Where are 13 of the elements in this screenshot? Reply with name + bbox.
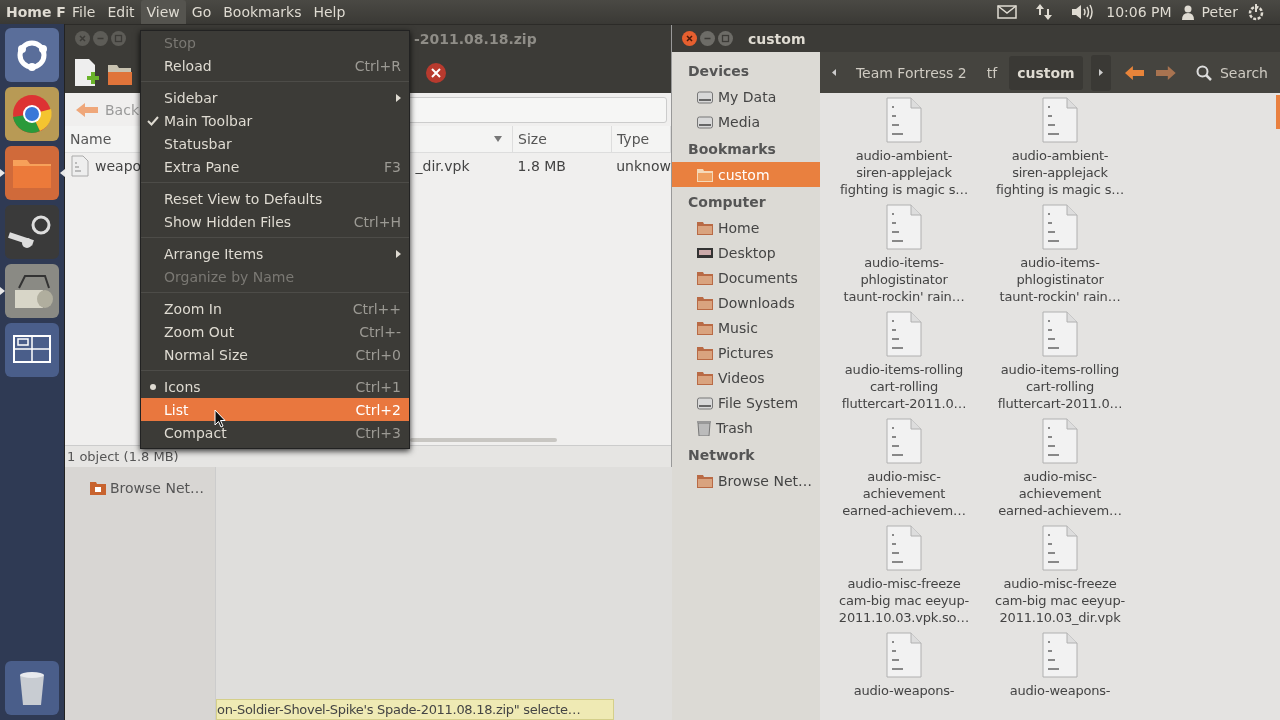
status-text: 1 object (1.8 MB) — [67, 449, 179, 464]
table-cell-text: unknow — [615, 158, 671, 174]
sidebar-heading: Devices — [687, 62, 751, 81]
table-cell-text: 1.8 MB — [516, 158, 567, 174]
sidebar-heading: Network — [687, 446, 756, 465]
window-title: -2011.08.18.zip — [414, 30, 537, 47]
table-cell: weapo — [95, 158, 142, 174]
app-title: Home F — [5, 4, 66, 20]
status-tooltip: on-Soldier-Shovel-Spike's Spade-2011.08.18.zip" selecte… — [216, 699, 614, 720]
sidebar-heading: Computer — [687, 193, 767, 212]
sidebar-heading: Bookmarks — [687, 140, 777, 159]
table-cell: _dir.vpk — [415, 158, 470, 174]
window-title: custom — [748, 30, 806, 47]
